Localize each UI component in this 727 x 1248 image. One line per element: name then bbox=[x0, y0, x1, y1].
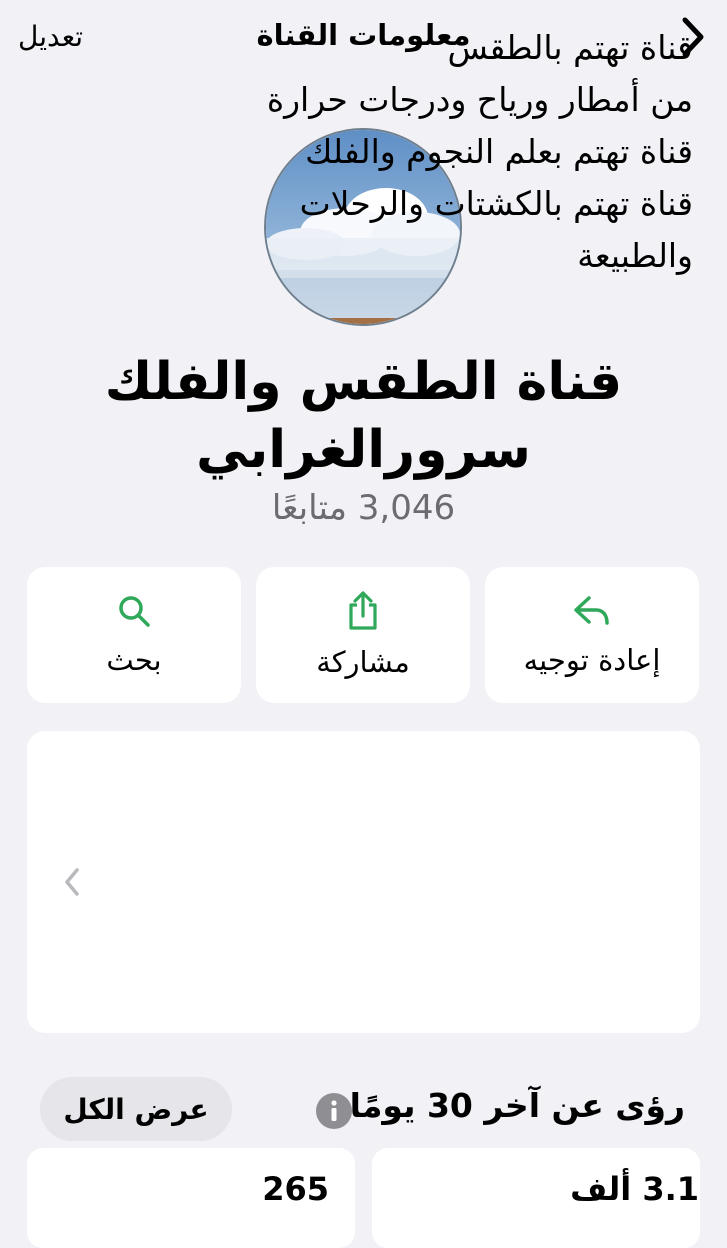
forward-button[interactable]: إعادة توجيه bbox=[485, 567, 699, 703]
forward-label: إعادة توجيه bbox=[523, 643, 661, 677]
channel-description: قناة تهتم بالطقس من أمطار ورياح ودرجات ح… bbox=[266, 28, 693, 275]
share-button[interactable]: مشاركة bbox=[256, 567, 470, 703]
share-icon bbox=[345, 591, 381, 635]
stat-value-views: 3.1 ألف bbox=[570, 1170, 699, 1208]
description-card[interactable] bbox=[27, 731, 700, 1033]
channel-name-line1: قناة الطقس والفلك bbox=[104, 352, 623, 412]
chevron-left-icon[interactable] bbox=[58, 862, 86, 902]
stat-value-secondary: 265 bbox=[262, 1170, 329, 1208]
edit-button[interactable]: تعديل bbox=[18, 20, 83, 53]
channel-name: قناة الطقس والفلك سرورالغرابي bbox=[20, 348, 707, 484]
channel-name-line2: سرورالغرابي bbox=[196, 420, 531, 480]
insights-title: رؤى عن آخر 30 يومًا bbox=[349, 1086, 685, 1125]
forward-arrow-icon bbox=[572, 593, 612, 633]
info-icon[interactable] bbox=[314, 1091, 354, 1131]
view-all-button[interactable]: عرض الكل bbox=[40, 1077, 232, 1141]
followers-count: 3,046 متابعًا bbox=[271, 488, 456, 528]
search-icon bbox=[116, 593, 152, 633]
share-label: مشاركة bbox=[316, 645, 410, 679]
search-button[interactable]: بحث bbox=[27, 567, 241, 703]
search-label: بحث bbox=[106, 643, 162, 677]
